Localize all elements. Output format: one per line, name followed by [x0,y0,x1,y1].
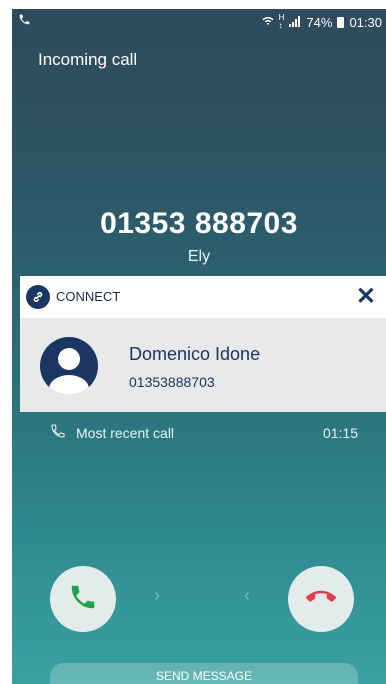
battery-icon [337,16,345,28]
recent-call-time: 01:15 [322,425,358,441]
status-bar: H ↕ 74% 01:30 [12,9,386,35]
answer-button[interactable] [50,566,116,632]
chevron-right-icon: › [154,585,160,605]
wifi-calling-icon [262,15,274,30]
contact-number: 01353888703 [129,374,215,390]
caller-location: Ely [187,248,211,265]
chevron-left-icon: ‹ [244,585,250,605]
phone-outline-icon [50,423,66,442]
caller-number: 01353 888703 [100,207,298,240]
phone-answer-icon [68,582,98,617]
contact-card[interactable]: Domenico Idone 01353888703 [20,318,386,412]
battery-percent: 74% [306,14,333,30]
close-icon[interactable]: ✕ [356,282,376,311]
recent-call-label: Most recent call [76,424,175,441]
phone-decline-icon [306,582,336,617]
network-type-icon: H ↕ [278,13,285,30]
incoming-call-screen: H ↕ 74% 01:30 Incoming call 01353 888703 … [12,9,386,684]
call-status-icon [18,13,31,29]
decline-button[interactable] [288,566,354,632]
link-icon [26,285,50,309]
contact-name: Domenico Idone [129,344,261,364]
incoming-call-label: Incoming call [38,50,138,69]
avatar [40,337,98,395]
recent-call: Most recent call [50,423,174,442]
connect-card-header: CONNECT ✕ [20,276,386,318]
clock: 01:30 [349,14,382,30]
connect-title: CONNECT [56,289,121,304]
send-message-button[interactable]: SEND MESSAGE [50,663,358,684]
signal-icon [289,15,301,30]
